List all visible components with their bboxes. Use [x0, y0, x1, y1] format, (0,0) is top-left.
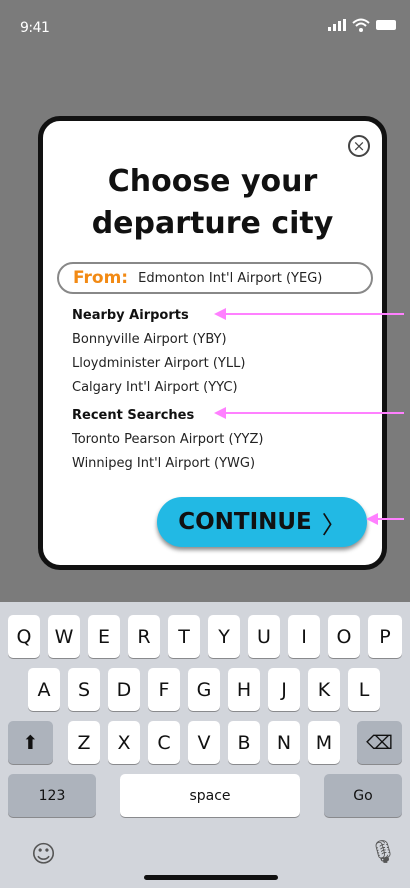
signal-icon [328, 19, 346, 31]
key-n[interactable]: N [268, 721, 300, 764]
space-key[interactable]: space [120, 774, 300, 817]
modal-title-line2: departure city [91, 206, 334, 241]
key-d[interactable]: D [108, 668, 140, 711]
key-h[interactable]: H [228, 668, 260, 711]
airport-item-ywg[interactable]: Winnipeg Int'l Airport (YWG) [72, 456, 255, 471]
go-key[interactable]: Go [324, 774, 402, 817]
key-y[interactable]: Y [208, 615, 240, 658]
key-p[interactable]: P [368, 615, 402, 658]
key-c[interactable]: C [148, 721, 180, 764]
key-t[interactable]: T [168, 615, 200, 658]
annotation-arrowhead [214, 308, 226, 320]
annotation-arrowhead [214, 407, 226, 419]
close-icon[interactable]: × [348, 135, 370, 157]
key-u[interactable]: U [248, 615, 280, 658]
key-w[interactable]: W [48, 615, 80, 658]
emoji-icon[interactable]: ☺ [31, 840, 56, 868]
annotation-arrow-line [376, 518, 404, 520]
airport-item-yll[interactable]: Lloydminister Airport (YLL) [72, 356, 245, 371]
shift-key[interactable]: ⬆ [8, 721, 53, 764]
annotation-arrow-line [224, 412, 404, 414]
key-g[interactable]: G [188, 668, 220, 711]
from-label: From: [73, 268, 129, 288]
key-j[interactable]: J [268, 668, 300, 711]
key-i[interactable]: I [288, 615, 320, 658]
from-value[interactable]: Edmonton Int'l Airport (YEG) [138, 271, 322, 286]
key-m[interactable]: M [308, 721, 340, 764]
from-airport-field[interactable]: From: Edmonton Int'l Airport (YEG) [57, 262, 373, 294]
continue-button[interactable]: CONTINUE 〉 [157, 497, 367, 547]
status-time: 9:41 [20, 20, 50, 36]
airport-item-yyc[interactable]: Calgary Int'l Airport (YYC) [72, 380, 238, 395]
backspace-icon: ⌫ [366, 731, 393, 754]
mic-icon[interactable]: 🎙 [369, 840, 397, 865]
status-bar: 9:41 [0, 0, 410, 52]
key-q[interactable]: Q [8, 615, 40, 658]
numbers-key[interactable]: 123 [8, 774, 96, 817]
wifi-icon [352, 18, 370, 32]
airport-item-yyz[interactable]: Toronto Pearson Airport (YYZ) [72, 432, 263, 447]
key-z[interactable]: Z [68, 721, 100, 764]
key-v[interactable]: V [188, 721, 220, 764]
modal-title-line1: Choose your [107, 164, 318, 199]
key-l[interactable]: L [348, 668, 380, 711]
key-a[interactable]: A [28, 668, 60, 711]
keyboard: Q W E R T Y U I O P A S D F G H J K L ⬆ … [0, 602, 410, 888]
continue-label: CONTINUE [178, 509, 312, 535]
shift-icon: ⬆ [22, 731, 39, 754]
key-x[interactable]: X [108, 721, 140, 764]
key-s[interactable]: S [68, 668, 100, 711]
departure-city-modal: × Choose your departure city From: Edmon… [38, 116, 387, 570]
key-f[interactable]: F [148, 668, 180, 711]
airport-item-ybv[interactable]: Bonnyville Airport (YBY) [72, 332, 227, 347]
key-r[interactable]: R [128, 615, 160, 658]
key-k[interactable]: K [308, 668, 340, 711]
annotation-arrowhead [366, 513, 378, 525]
recent-searches-title: Recent Searches [72, 408, 195, 423]
chevron-right-icon: 〉 [321, 510, 346, 539]
modal-title: Choose your departure city [43, 161, 382, 245]
battery-icon [376, 20, 396, 30]
key-o[interactable]: O [328, 615, 360, 658]
key-e[interactable]: E [88, 615, 120, 658]
status-icons [328, 18, 396, 32]
annotation-arrow-line [224, 313, 404, 315]
key-b[interactable]: B [228, 721, 260, 764]
nearby-airports-title: Nearby Airports [72, 308, 189, 323]
home-indicator [144, 875, 278, 880]
backspace-key[interactable]: ⌫ [357, 721, 402, 764]
